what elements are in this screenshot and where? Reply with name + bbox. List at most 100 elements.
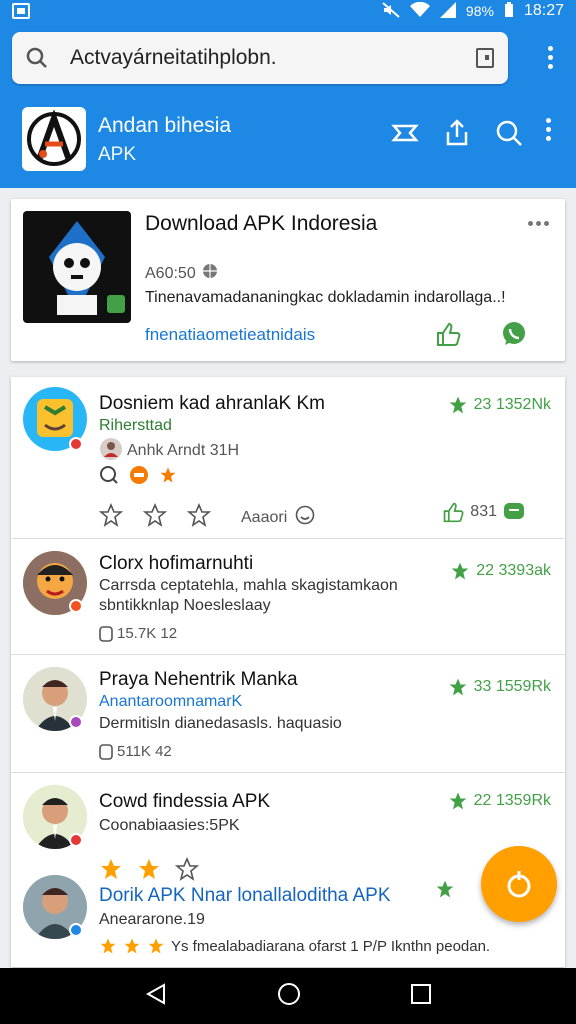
item-meta: 511K 42	[99, 743, 172, 760]
search-icon[interactable]	[26, 47, 48, 69]
browser-menu-icon[interactable]	[548, 46, 554, 73]
item-rating: 22 3393ak	[450, 561, 551, 581]
globe-icon	[202, 263, 218, 284]
smiley-icon[interactable]	[295, 505, 315, 530]
featured-meta: A60:50	[145, 263, 218, 284]
back-icon[interactable]	[144, 982, 168, 1011]
featured-image	[23, 211, 131, 323]
battery-label: 98%	[465, 3, 494, 19]
item-subtitle: Aneararone.19	[99, 911, 205, 928]
signal-icon	[439, 1, 456, 21]
battery-icon	[504, 1, 514, 21]
item-subtitle: Carrsda ceptatehla, mahla skagistamkaon	[99, 577, 398, 594]
status-badge	[69, 833, 83, 847]
item-title: Clorx hofimarnuhti	[99, 553, 254, 574]
item-rating: 33 1559Rk	[448, 677, 551, 697]
item-rating: 23 1352Nk	[448, 395, 551, 415]
description-text: Ys fmealabadiarana ofarst 1 P/P Iknthn p…	[171, 937, 491, 955]
list-item[interactable]: Praya Nehentrik Manka AnantaroomnamarK D…	[11, 655, 565, 773]
rating-text: 23 1352Nk	[473, 396, 551, 413]
star-filled-icon	[100, 938, 116, 954]
power-icon	[507, 871, 531, 898]
list-item[interactable]: Dosniem kad ahranlaK Km Rihersttad Anhk …	[11, 377, 565, 539]
share-icon[interactable]	[442, 118, 472, 148]
star-icon	[449, 396, 466, 414]
star-filled-icon	[148, 938, 164, 954]
status-badge	[69, 715, 83, 729]
recents-icon[interactable]	[410, 983, 432, 1010]
star-outline-icon[interactable]	[143, 503, 167, 527]
item-author: Anhk Arndt 31H	[99, 437, 239, 465]
reaction-label: Aaaori	[241, 508, 288, 526]
status-badge	[69, 923, 83, 937]
navigation-bar	[0, 968, 576, 1024]
item-icons	[99, 465, 177, 489]
star-outline-icon[interactable]	[99, 503, 123, 527]
rating-stars[interactable]	[99, 503, 211, 527]
item-rating	[435, 879, 455, 899]
like-icon[interactable]	[442, 501, 464, 523]
status-badge	[69, 437, 83, 451]
item-subtitle: Rihersttad	[99, 417, 172, 434]
clock: 18:27	[523, 2, 564, 19]
wifi-icon	[409, 1, 430, 21]
featured-card[interactable]: Download APK Indoresia A60:50 Tinenavama…	[11, 199, 565, 361]
star-outline-icon[interactable]	[187, 503, 211, 527]
item-title: Cowd findessia APK	[99, 791, 271, 812]
status-bar: 98% 18:27	[0, 0, 576, 22]
rating-text: 22 3393ak	[476, 562, 551, 579]
search-input[interactable]: Actvayárneitatihplobn.	[70, 46, 476, 70]
search-box[interactable]: Actvayárneitatihplobn.	[12, 32, 508, 84]
item-rating: 22 1359Rk	[448, 791, 551, 811]
app-bar: Andan bihesia APK	[0, 98, 576, 188]
star-icon	[449, 792, 466, 810]
browser-toolbar: Actvayárneitatihplobn.	[0, 22, 576, 98]
featured-link[interactable]: fnenatiaometieatnidais	[145, 325, 315, 345]
floating-action-button[interactable]	[481, 846, 557, 922]
item-title: Dosniem kad ahranlaK Km	[99, 393, 325, 414]
item-subtitle: Coonabiaasies:5PK	[99, 817, 240, 834]
star-filled-icon	[124, 938, 140, 954]
overflow-menu-icon[interactable]	[546, 118, 556, 148]
like-count[interactable]: 831	[442, 501, 525, 523]
meta-text: 15.7K 12	[117, 625, 178, 642]
file-icon	[99, 625, 113, 642]
whatsapp-icon[interactable]	[501, 321, 527, 347]
mute-icon	[382, 1, 400, 21]
like-icon[interactable]	[435, 321, 461, 347]
app-subtitle: APK	[98, 144, 137, 165]
item-subtitle-2: sbntikknlap Noesleslaay	[99, 597, 271, 614]
author-avatar	[99, 437, 123, 465]
bookmark-icon[interactable]	[390, 118, 420, 148]
app-notification-icon	[12, 3, 30, 19]
item-meta: 15.7K 12	[99, 625, 177, 642]
featured-meta-text: A60:50	[145, 264, 196, 282]
gamepad-icon	[129, 465, 149, 489]
search-icon	[99, 465, 119, 489]
status-badge	[69, 599, 83, 613]
rating-text: 22 1359Rk	[473, 792, 551, 809]
search-icon[interactable]	[494, 118, 524, 148]
list-item[interactable]: Clorx hofimarnuhti Carrsda ceptatehla, m…	[11, 539, 565, 655]
item-subtitle-2: Dermitisln dianedasasls. haquasio	[99, 715, 342, 732]
tabs-icon[interactable]	[476, 48, 494, 68]
meta-text: 511K 42	[117, 743, 172, 760]
file-icon	[99, 743, 113, 760]
app-title: Andan bihesia	[98, 114, 232, 137]
featured-title: Download APK Indoresia	[145, 212, 378, 235]
reaction-row[interactable]: Aaaori	[241, 505, 315, 530]
rating-text: 33 1559Rk	[473, 678, 551, 695]
star-icon	[449, 678, 466, 696]
featured-description: Tinenavamadananingkac dokladamin indarol…	[145, 289, 506, 306]
star-icon	[451, 562, 469, 580]
more-icon[interactable]	[528, 221, 549, 226]
message-icon[interactable]	[503, 501, 525, 523]
list-item[interactable]: Cowd findessia APK Coonabiaasies:5PK 22 …	[11, 773, 565, 881]
item-title: Dorik APK Nnar lonallaloditha APK	[99, 885, 391, 906]
item-subtitle: AnantaroomnamarK	[99, 693, 243, 710]
like-count-text: 831	[470, 503, 497, 520]
item-title: Praya Nehentrik Manka	[99, 669, 298, 690]
author-name: Anhk Arndt 31H	[127, 442, 240, 459]
item-description: Ys fmealabadiarana ofarst 1 P/P Iknthn p…	[99, 937, 490, 955]
home-icon[interactable]	[277, 982, 301, 1011]
